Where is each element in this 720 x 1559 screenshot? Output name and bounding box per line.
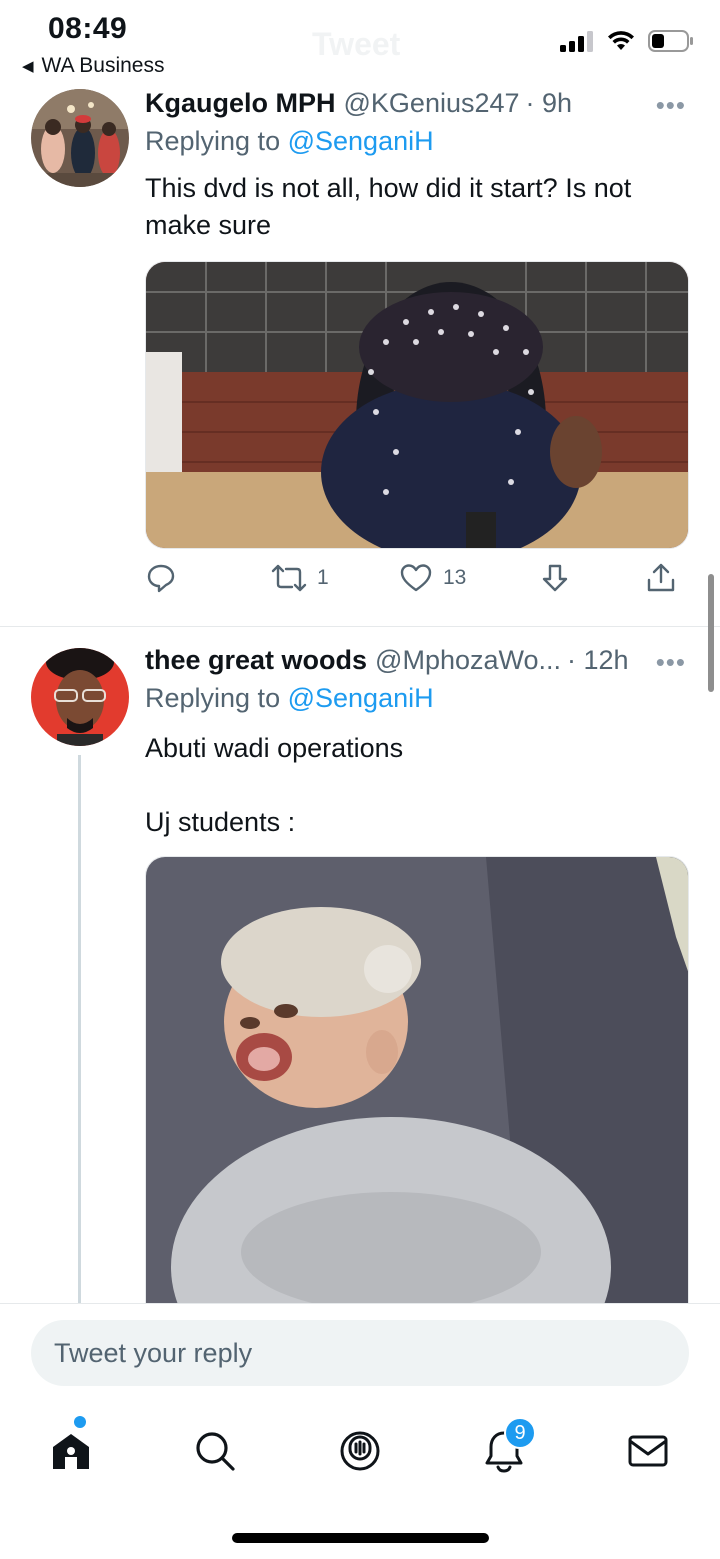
display-name[interactable]: Kgaugelo MPH: [145, 88, 336, 119]
home-indicator[interactable]: [232, 1533, 489, 1543]
reply-button[interactable]: [145, 562, 177, 594]
tweet-text-line: Abuti wadi operations: [145, 733, 404, 763]
tab-search[interactable]: [185, 1421, 245, 1481]
tweet-text-line: Uj students :: [145, 807, 296, 837]
tweet-text-line: make sure: [145, 210, 272, 240]
downvote-icon: [542, 564, 568, 592]
tweet-actions: 1 13: [145, 562, 689, 602]
back-app-label: WA Business: [41, 54, 165, 77]
tab-spaces[interactable]: [330, 1421, 390, 1481]
reply-icon: [147, 564, 175, 593]
tweet-text: This dvd is not all, how did it start? I…: [145, 170, 680, 244]
replying-to-label: Replying to: [145, 126, 281, 156]
retweet-icon: [271, 564, 307, 592]
tweet-image[interactable]: [145, 261, 689, 549]
handle[interactable]: @MphozaWo...: [375, 645, 561, 676]
like-button[interactable]: 13: [399, 562, 466, 594]
tweet-time: · 12h: [567, 645, 629, 675]
spaces-icon: [340, 1431, 380, 1471]
status-icons: [560, 30, 694, 52]
tweet-header: thee great woods @MphozaWo... · 12h: [145, 645, 690, 676]
tab-messages[interactable]: [618, 1421, 678, 1481]
avatar[interactable]: [31, 648, 129, 746]
replying-to-mention[interactable]: @SenganiH: [288, 683, 434, 713]
tweet-time: · 9h: [525, 88, 573, 118]
scrollbar[interactable]: [708, 574, 714, 692]
home-unread-dot: [74, 1416, 86, 1428]
tweet-header: Kgaugelo MPH @KGenius247 · 9h: [145, 88, 690, 119]
retweet-button[interactable]: 1: [271, 562, 329, 594]
wifi-icon: [608, 31, 634, 50]
retweet-count: 1: [317, 566, 329, 589]
more-options-icon[interactable]: •••: [656, 90, 686, 121]
avatar[interactable]: [31, 89, 129, 187]
share-button[interactable]: [645, 562, 677, 594]
thread-line: [78, 755, 81, 1303]
status-bar: 08:49 ◀ WA Business Tweet: [0, 0, 720, 84]
replying-to: Replying to @SenganiH: [145, 126, 434, 157]
replying-to-mention[interactable]: @SenganiH: [288, 126, 434, 156]
downvote-button[interactable]: [539, 562, 571, 594]
replying-to-label: Replying to: [145, 683, 281, 713]
replying-to: Replying to @SenganiH: [145, 683, 434, 714]
tweet-reply-input[interactable]: [31, 1320, 689, 1386]
tweet-text: Abuti wadi operations Uj students :: [145, 730, 680, 841]
reply-bar: [0, 1303, 720, 1403]
search-icon: [196, 1432, 235, 1471]
signal-icon: [560, 31, 593, 52]
more-options-icon[interactable]: •••: [656, 647, 686, 678]
display-name[interactable]: thee great woods: [145, 645, 367, 676]
notifications-badge: 9: [504, 1417, 536, 1449]
tweet-card[interactable]: Kgaugelo MPH @KGenius247 · 9h ••• Replyi…: [0, 84, 720, 626]
header-title: Tweet: [312, 26, 401, 62]
tweet-image[interactable]: [145, 856, 689, 1303]
handle[interactable]: @KGenius247: [344, 88, 520, 119]
back-to-app-button[interactable]: ◀ WA Business: [22, 54, 164, 78]
tweet-text-line: This dvd is not all, how did it start? I…: [145, 173, 632, 203]
messages-icon: [628, 1435, 668, 1467]
share-icon: [647, 563, 675, 592]
like-icon: [400, 564, 432, 592]
back-triangle-icon: ◀: [22, 58, 34, 75]
home-icon: [53, 1434, 89, 1469]
like-count: 13: [443, 566, 467, 589]
tweet-card[interactable]: thee great woods @MphozaWo... · 12h ••• …: [0, 627, 720, 1303]
status-time: 08:49: [48, 12, 128, 45]
tab-notifications[interactable]: 9: [474, 1417, 536, 1481]
tab-home[interactable]: [41, 1416, 101, 1481]
battery-icon: [648, 30, 693, 52]
